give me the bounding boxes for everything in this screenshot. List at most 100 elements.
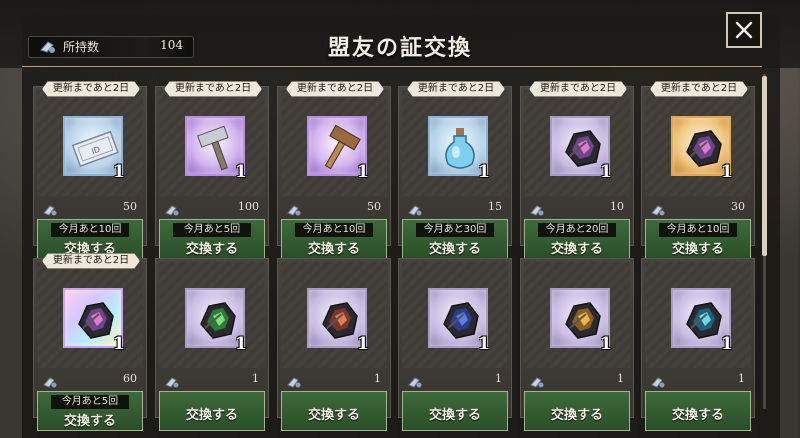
exchange-button-label: 交換する <box>307 408 360 423</box>
exchange-button-label: 交換する <box>63 414 116 429</box>
item-display: 1 <box>159 90 265 196</box>
exchange-item-card[interactable]: 1 1 交換する <box>277 258 391 431</box>
item-cost: 50 <box>281 199 387 217</box>
exchange-item-card[interactable]: ID 1 更新まであと2日 50 今月あと10回 交換する <box>33 81 147 259</box>
item-cost: 1 <box>281 371 387 389</box>
exchange-item-card[interactable]: 1 更新まであと2日 100 今月あと5回 交換する <box>155 81 269 259</box>
monthly-limit: 今月あと30回 <box>416 223 494 237</box>
exchange-item-card[interactable]: 1 1 交換する <box>641 258 755 431</box>
refresh-badge: 更新まであと2日 <box>407 81 505 97</box>
item-display: 1 <box>281 90 387 196</box>
item-cost: 1 <box>402 371 508 389</box>
exchange-button-label: 交換する <box>307 242 360 257</box>
item-cost: 1 <box>159 371 265 389</box>
item-cost: 15 <box>402 199 508 217</box>
refresh-badge: 更新まであと2日 <box>529 81 627 97</box>
item-quantity: 1 <box>721 334 733 354</box>
item-quantity: 1 <box>721 162 733 182</box>
ally-token-icon <box>42 201 58 220</box>
cost-value: 1 <box>374 372 381 385</box>
refresh-badge: 更新まであと2日 <box>42 253 140 269</box>
item-display: 1 <box>159 262 265 368</box>
cost-value: 1 <box>252 372 259 385</box>
ally-token-icon <box>286 373 302 392</box>
exchange-item-card[interactable]: 1 更新まであと2日 10 今月あと20回 交換する <box>520 81 634 259</box>
refresh-badge: 更新まであと2日 <box>286 81 384 97</box>
ally-token-icon <box>286 201 302 220</box>
cost-value: 1 <box>617 372 624 385</box>
item-grid: ID 1 更新まであと2日 50 今月あと10回 交換する 1 更新まであと2日… <box>0 0 800 438</box>
ally-token-icon <box>529 373 545 392</box>
exchange-item-card[interactable]: 1 1 交換する <box>398 258 512 431</box>
exchange-button[interactable]: 今月あと5回 交換する <box>37 391 143 431</box>
item-quantity: 1 <box>478 162 490 182</box>
ally-token-icon <box>164 373 180 392</box>
cost-value: 50 <box>123 200 137 213</box>
item-display: ID 1 <box>37 90 143 196</box>
exchange-button[interactable]: 交換する <box>524 391 630 431</box>
item-quantity: 1 <box>600 162 612 182</box>
ally-token-icon <box>650 373 666 392</box>
monthly-limit: 今月あと20回 <box>538 223 616 237</box>
item-quantity: 1 <box>113 334 125 354</box>
monthly-limit: 今月あと10回 <box>51 223 129 237</box>
item-display: 1 <box>524 262 630 368</box>
exchange-button[interactable]: 今月あと5回 交換する <box>159 219 265 259</box>
exchange-button-label: 交換する <box>428 242 481 257</box>
exchange-button[interactable]: 今月あと10回 交換する <box>645 219 751 259</box>
exchange-button[interactable]: 今月あと10回 交換する <box>281 219 387 259</box>
monthly-limit: 今月あと5回 <box>173 223 251 237</box>
exchange-button[interactable]: 今月あと30回 交換する <box>402 219 508 259</box>
ally-token-icon <box>42 373 58 392</box>
cost-value: 60 <box>123 372 137 385</box>
exchange-item-card[interactable]: 1 更新まであと2日 30 今月あと10回 交換する <box>641 81 755 259</box>
exchange-button[interactable]: 交換する <box>281 391 387 431</box>
item-cost: 30 <box>645 199 751 217</box>
item-cost: 10 <box>524 199 630 217</box>
exchange-button[interactable]: 今月あと20回 交換する <box>524 219 630 259</box>
item-cost: 1 <box>524 371 630 389</box>
ally-token-icon <box>164 201 180 220</box>
cost-value: 1 <box>495 372 502 385</box>
item-quantity: 1 <box>357 334 369 354</box>
item-quantity: 1 <box>600 334 612 354</box>
item-cost: 60 <box>37 371 143 389</box>
exchange-item-card[interactable]: 1 1 交換する <box>520 258 634 431</box>
item-quantity: 1 <box>357 162 369 182</box>
ally-token-icon <box>529 201 545 220</box>
cost-value: 30 <box>731 200 745 213</box>
cost-value: 10 <box>610 200 624 213</box>
exchange-button-label: 交換する <box>185 408 238 423</box>
item-quantity: 1 <box>235 162 247 182</box>
item-display: 1 <box>524 90 630 196</box>
ally-token-icon <box>407 373 423 392</box>
exchange-button[interactable]: 交換する <box>645 391 751 431</box>
exchange-button-label: 交換する <box>550 242 603 257</box>
refresh-badge: 更新まであと2日 <box>164 81 262 97</box>
exchange-button-label: 交換する <box>550 408 603 423</box>
exchange-button-label: 交換する <box>671 242 724 257</box>
exchange-button-label: 交換する <box>428 408 481 423</box>
exchange-button[interactable]: 交換する <box>402 391 508 431</box>
monthly-limit: 今月あと10回 <box>295 223 373 237</box>
ally-token-icon <box>650 201 666 220</box>
cost-value: 15 <box>488 200 502 213</box>
item-quantity: 1 <box>478 334 490 354</box>
exchange-item-card[interactable]: 1 更新まであと2日 15 今月あと30回 交換する <box>398 81 512 259</box>
item-cost: 50 <box>37 199 143 217</box>
item-display: 1 <box>645 262 751 368</box>
item-cost: 1 <box>645 371 751 389</box>
refresh-badge: 更新まであと2日 <box>650 81 748 97</box>
exchange-item-card[interactable]: 1 更新まであと2日 60 今月あと5回 交換する <box>33 253 147 431</box>
ally-token-icon <box>407 201 423 220</box>
cost-value: 50 <box>367 200 381 213</box>
exchange-button[interactable]: 交換する <box>159 391 265 431</box>
exchange-item-card[interactable]: 1 更新まであと2日 50 今月あと10回 交換する <box>277 81 391 259</box>
monthly-limit: 今月あと5回 <box>51 395 129 409</box>
item-quantity: 1 <box>235 334 247 354</box>
exchange-item-card[interactable]: 1 1 交換する <box>155 258 269 431</box>
item-display: 1 <box>645 90 751 196</box>
refresh-badge: 更新まであと2日 <box>42 81 140 97</box>
cost-value: 100 <box>238 200 259 213</box>
cost-value: 1 <box>738 372 745 385</box>
